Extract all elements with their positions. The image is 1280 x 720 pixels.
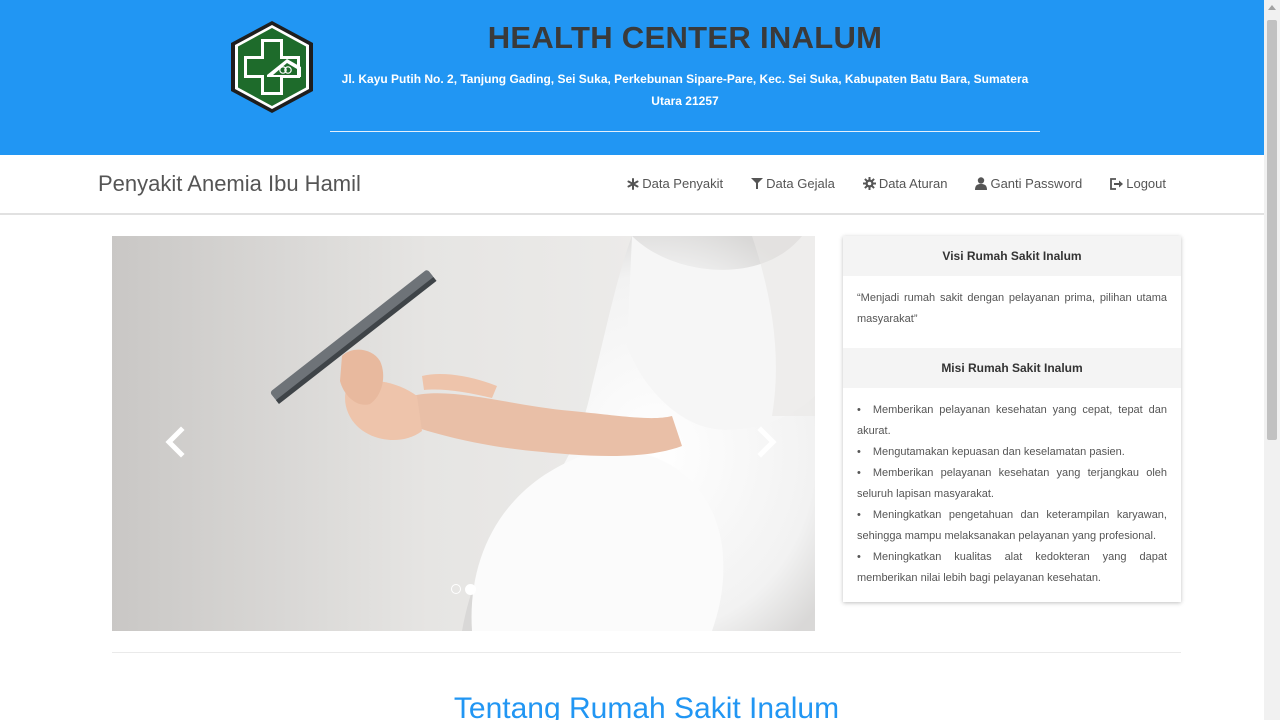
nav-links: Data Penyakit Data Gejala Data Aturan Ga…: [599, 176, 1166, 191]
scroll-up-arrow-icon[interactable]: [1268, 5, 1276, 10]
misi-item: Memberikan pelayanan kesehatan yang terj…: [857, 463, 1167, 505]
gear-icon: [862, 177, 876, 190]
filter-icon: [751, 178, 764, 189]
image-carousel[interactable]: [112, 236, 815, 631]
site-title: HEALTH CENTER INALUM: [487, 20, 883, 55]
header-divider: [330, 131, 1040, 132]
site-header: HEALTH CENTER INALUM Jl. Kayu Putih No. …: [0, 0, 1264, 155]
page: HEALTH CENTER INALUM Jl. Kayu Putih No. …: [0, 0, 1280, 720]
carousel-indicators: [451, 584, 476, 595]
carousel-prev-button[interactable]: [157, 422, 197, 462]
misi-item: Mengutamakan kepuasan dan keselamatan pa…: [857, 442, 1167, 463]
section-title: Tentang Rumah Sakit Inalum: [453, 692, 840, 720]
user-icon: [975, 177, 988, 190]
carousel-indicator-1[interactable]: [451, 584, 461, 594]
nav-data-gejala[interactable]: Data Gejala: [751, 176, 835, 191]
asterisk-icon: [627, 177, 639, 190]
hospital-cross-logo: [229, 19, 315, 115]
carousel-indicator-2[interactable]: [465, 584, 476, 595]
pregnant-woman-tablet-image: [112, 236, 815, 631]
misi-item: Meningkatkan pengetahuan dan keterampila…: [857, 505, 1167, 547]
nav-data-penyakit-label: Data Penyakit: [642, 176, 724, 191]
nav-ganti-password[interactable]: Ganti Password: [975, 176, 1082, 191]
nav-ganti-password-label: Ganti Password: [990, 176, 1083, 191]
nav-data-aturan-label: Data Aturan: [878, 176, 948, 191]
navbar: Penyakit Anemia Ibu Hamil Data Penyakit …: [0, 155, 1264, 215]
site-address: Jl. Kayu Putih No. 2, Tanjung Gading, Se…: [341, 72, 1029, 108]
nav-data-penyakit[interactable]: Data Penyakit: [627, 176, 723, 191]
page-scrollbar[interactable]: [1264, 0, 1280, 720]
visi-title: Visi Rumah Sakit Inalum: [843, 236, 1181, 276]
nav-logout-label: Logout: [1126, 176, 1166, 191]
chevron-right-icon: [757, 426, 777, 458]
nav-data-aturan[interactable]: Data Aturan: [862, 176, 948, 191]
logout-icon: [1110, 177, 1124, 190]
misi-item: Memberikan pelayanan kesehatan yang cepa…: [857, 400, 1167, 442]
carousel-next-button[interactable]: [745, 422, 785, 462]
scrollbar-thumb[interactable]: [1267, 20, 1277, 440]
visi-misi-card: Visi Rumah Sakit Inalum “Menjadi rumah s…: [843, 236, 1181, 602]
chevron-left-icon: [165, 426, 185, 458]
misi-list: Memberikan pelayanan kesehatan yang cepa…: [857, 400, 1167, 589]
misi-body: Memberikan pelayanan kesehatan yang cepa…: [843, 388, 1181, 603]
nav-data-gejala-label: Data Gejala: [766, 176, 835, 191]
section-divider: [112, 652, 1181, 653]
misi-title: Misi Rumah Sakit Inalum: [843, 348, 1181, 388]
misi-item: Meningkatkan kualitas alat kedokteran ya…: [857, 547, 1167, 589]
nav-logout[interactable]: Logout: [1110, 176, 1166, 191]
visi-text: “Menjadi rumah sakit dengan pelayanan pr…: [857, 292, 1167, 325]
navbar-brand[interactable]: Penyakit Anemia Ibu Hamil: [98, 171, 361, 197]
